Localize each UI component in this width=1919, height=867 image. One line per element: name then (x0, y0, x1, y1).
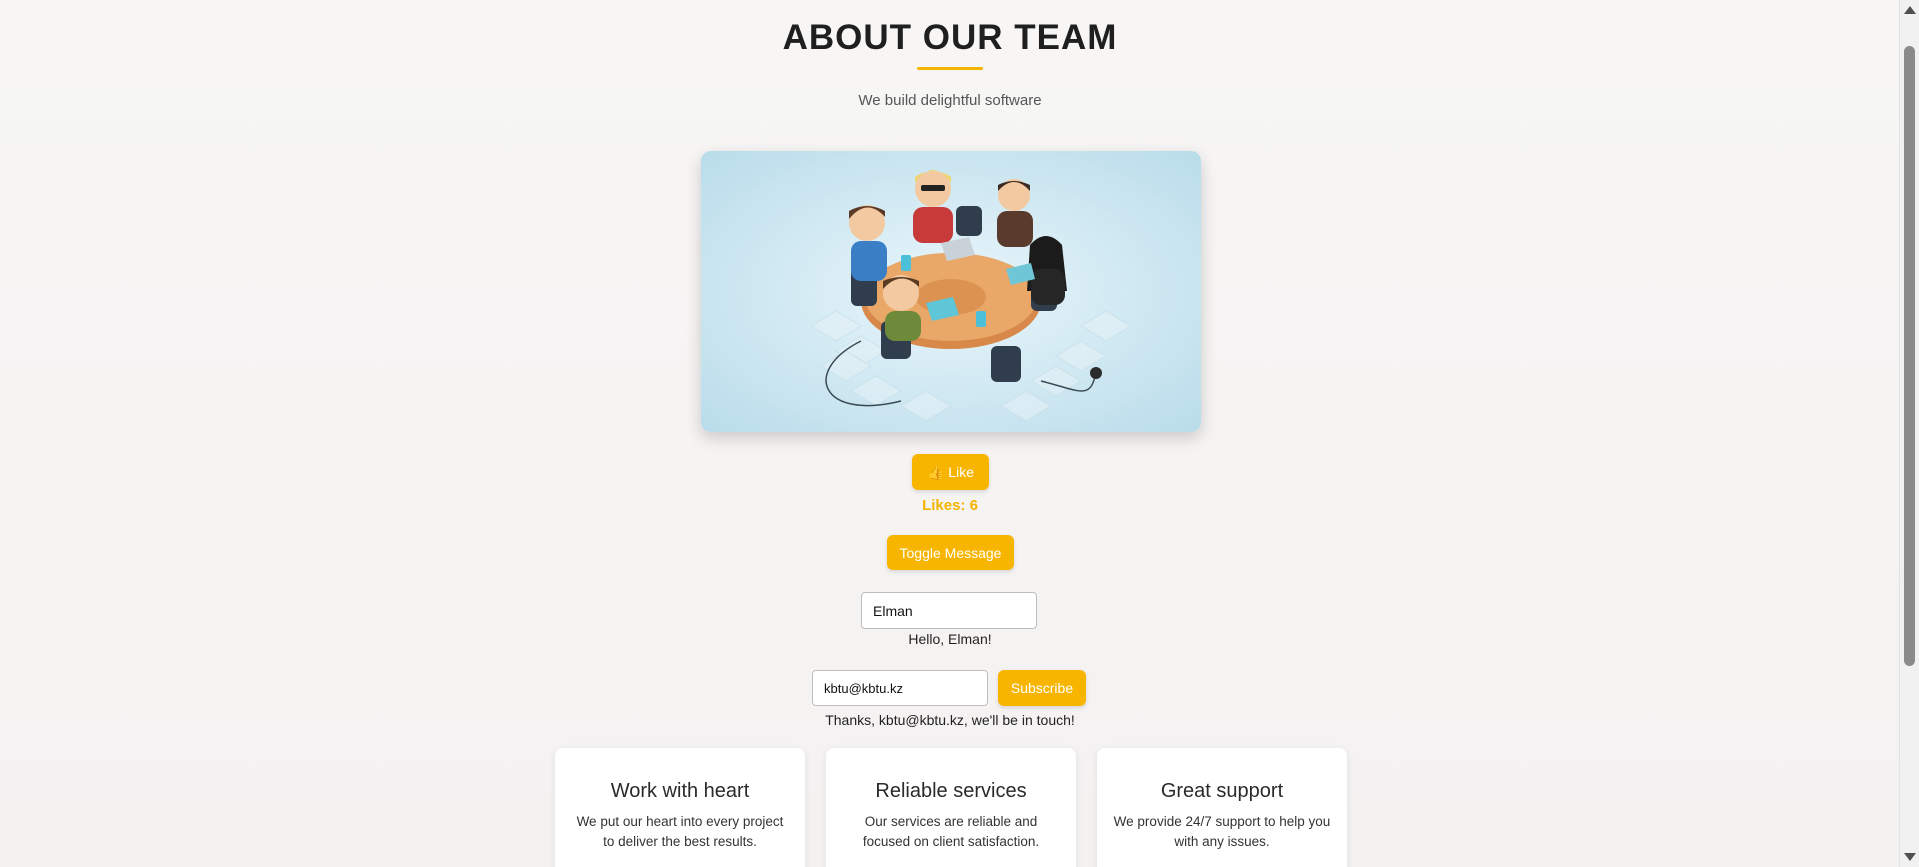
feature-card-text: We provide 24/7 support to help you with… (1113, 814, 1331, 849)
feature-card-text: Our services are reliable and focused on… (862, 814, 1040, 849)
feature-card-title: Reliable services (875, 780, 1027, 802)
subscribe-button[interactable]: Subscribe (998, 670, 1086, 706)
greeting-message: Hello, Elman! (908, 631, 992, 647)
feature-card: Great support We provide 24/7 support to… (1097, 748, 1347, 867)
likes-count: Likes: 6 (922, 497, 978, 514)
title-underline (917, 67, 983, 70)
toggle-message-button[interactable]: Toggle Message (887, 535, 1014, 570)
page-title: ABOUT OUR TEAM (782, 18, 1118, 57)
team-illustration (701, 151, 1201, 432)
feature-card: Reliable services Our services are relia… (826, 748, 1076, 867)
feature-card-text: We put our heart into every project to d… (576, 814, 784, 849)
feature-card-title: Work with heart (610, 780, 750, 802)
feature-card-title: Great support (1160, 780, 1284, 802)
team-illustration-art (809, 170, 1133, 422)
page: ABOUT OUR TEAM We build delightful softw… (0, 0, 1900, 867)
email-input[interactable] (812, 670, 988, 706)
like-button[interactable]: 👍 Like (912, 454, 989, 490)
scrollbar-thumb[interactable] (1904, 46, 1915, 666)
name-input[interactable] (861, 592, 1037, 629)
feature-card: Work with heart We put our heart into ev… (555, 748, 805, 867)
page-subtitle: We build delightful software (858, 92, 1042, 109)
scroll-down-icon[interactable] (1904, 853, 1916, 861)
scroll-up-icon[interactable] (1904, 6, 1916, 14)
vertical-scrollbar[interactable] (1899, 0, 1919, 867)
subscribe-confirmation: Thanks, kbtu@kbtu.kz, we'll be in touch! (825, 712, 1075, 728)
